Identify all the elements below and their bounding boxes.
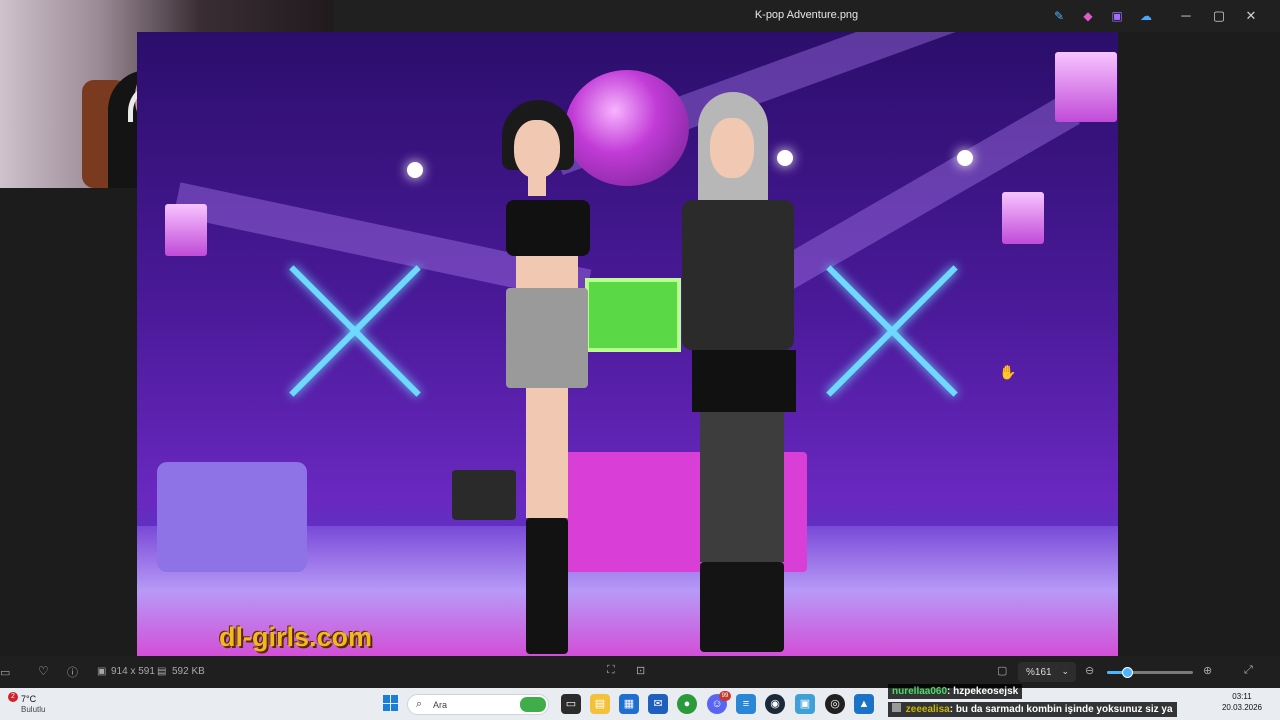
edit-icon[interactable]: ✎ [1051,9,1067,23]
mod-badge-icon [892,703,901,712]
black-shorts [692,350,796,412]
grey-skirt [506,288,588,388]
chevron-down-icon: ⌄ [1061,666,1069,676]
lounge-chair [157,462,307,572]
legs [526,388,568,518]
weather-widget[interactable]: 2 7°C Bulutlu [6,691,66,717]
weather-condition: Bulutlu [21,705,46,714]
chat-text: : bu da sarmadı kombin işinde yoksunuz s… [949,704,1173,715]
boots [526,518,568,654]
search-highlight-icon [520,697,546,712]
spotlight [407,162,423,178]
fit-to-window-icon[interactable]: ▢ [997,664,1007,677]
search-icon: ⌕ [416,698,423,710]
filmstrip-icon[interactable]: ▭ [0,666,10,679]
discord-badge: 99 [719,691,731,701]
zoom-out-icon[interactable]: ⊖ [1085,664,1094,677]
task-view-icon[interactable]: ▭ [561,694,581,714]
avatar-girl-right [672,92,802,656]
handbag [452,470,516,520]
dimensions-icon: ▣ [97,666,107,677]
zoom-slider-thumb[interactable] [1121,667,1133,678]
pink-lamp [165,204,207,256]
file-size: 592 KB [172,666,205,677]
info-icon[interactable]: ⓘ [67,664,78,680]
watermark-text: dl-girls.com [219,622,373,652]
steam-icon[interactable]: ◉ [765,694,785,714]
toolbar-icons: ✎ ◆ ▣ ☁ [1051,9,1154,23]
zoom-dropdown[interactable]: %161 ⌄ [1018,662,1076,682]
outlook-icon[interactable]: ✉ [648,694,668,714]
heels [700,562,784,652]
crop-icon[interactable]: ⛶ [607,664,615,677]
clipchamp-icon[interactable]: ▣ [1109,9,1125,23]
notepad-icon[interactable]: ≡ [736,694,756,714]
chat-message: zeeealisa: bu da sarmadı kombin işinde y… [888,702,1177,717]
pink-lamp [1002,192,1044,244]
close-button[interactable]: ✕ [1235,4,1267,28]
search-placeholder: Ara [433,700,448,710]
black-jacket [682,200,794,350]
temperature: 7°C [21,694,37,704]
hand-cursor-icon: ✋ [999,364,1017,380]
zoom-slider[interactable] [1107,667,1193,678]
fullscreen-icon[interactable]: ⤢ [1244,664,1253,677]
photos-icon[interactable]: ▲ [854,694,874,714]
spotlight [957,150,973,166]
maximize-button[interactable]: ▢ [1203,4,1235,28]
control-panel-icon[interactable]: ▣ [795,694,815,714]
crop-top [506,200,590,256]
chat-text: : hzpekeosejsk [947,686,1019,697]
chat-username: zeeealisa [905,704,950,715]
onedrive-icon[interactable]: ☁ [1138,9,1154,23]
stream-chat-overlay: nurellaa060: hzpekeosejsk zeeealisa: bu … [888,684,1280,720]
title-bar: K-pop Adventure.png ✎ ◆ ▣ ☁ ─ ▢ ✕ [333,0,1280,32]
minimize-button[interactable]: ─ [1170,4,1202,28]
image-canvas[interactable]: dl-girls.com ✋ [137,32,1118,656]
obs-icon[interactable]: ◎ [825,694,845,714]
chat-message: nurellaa060: hzpekeosejsk [888,684,1023,699]
image-dimensions: 914 x 591 [111,666,155,677]
chrome-icon[interactable]: ● [677,694,697,714]
weather-badge: 2 [8,692,18,702]
face [514,120,560,178]
avatar-girl-left [452,100,622,656]
windows-start-icon[interactable] [383,695,399,711]
designer-icon[interactable]: ◆ [1080,9,1096,23]
zoom-in-icon[interactable]: ⊕ [1203,664,1212,677]
microsoft-store-icon[interactable]: ▦ [619,694,639,714]
neck [528,176,546,196]
stockings [700,412,784,562]
zoom-value: %161 [1026,667,1052,678]
midriff [516,256,578,288]
file-size-icon: ▤ [157,666,167,677]
visual-search-icon[interactable]: ⊡ [636,664,645,677]
favorite-icon[interactable]: ♡ [38,664,49,678]
search-box[interactable]: ⌕ Ara [407,694,549,715]
face [710,118,754,178]
pink-lamp [1055,52,1117,122]
chat-username: nurellaa060 [892,686,948,697]
file-explorer-icon[interactable]: ▤ [590,694,610,714]
